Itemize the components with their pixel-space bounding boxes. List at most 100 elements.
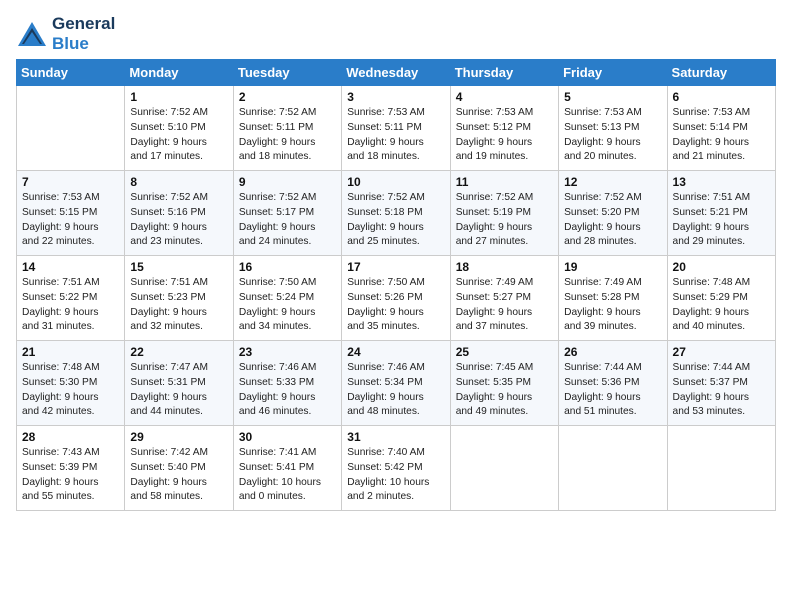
- day-number: 31: [347, 430, 444, 444]
- day-number: 20: [673, 260, 770, 274]
- calendar-cell: 4Sunrise: 7:53 AMSunset: 5:12 PMDaylight…: [450, 86, 558, 171]
- calendar-cell: 23 Sunrise: 7:46 AMSunset: 5:33 PMDayligh…: [233, 341, 341, 426]
- calendar-cell: 10 Sunrise: 7:52 AMSunset: 5:18 PMDayligh…: [342, 171, 450, 256]
- day-number: 12: [564, 175, 661, 189]
- calendar-cell: [450, 426, 558, 511]
- calendar-cell: 13 Sunrise: 7:51 AMSunset: 5:21 PMDayligh…: [667, 171, 775, 256]
- calendar-cell: 27 Sunrise: 7:44 AMSunset: 5:37 PMDayligh…: [667, 341, 775, 426]
- calendar-cell: 3 Sunrise: 7:53 AMSunset: 5:11 PMDaylight…: [342, 86, 450, 171]
- weekday-header-wednesday: Wednesday: [342, 60, 450, 86]
- calendar-cell: 20 Sunrise: 7:48 AMSunset: 5:29 PMDayligh…: [667, 256, 775, 341]
- weekday-header-friday: Friday: [559, 60, 667, 86]
- day-info: Sunrise: 7:40 AMSunset: 5:42 PMDaylight:…: [347, 446, 444, 505]
- calendar-cell: 14Sunrise: 7:51 AMSunset: 5:22 PMDayligh…: [17, 256, 125, 341]
- calendar-table: SundayMondayTuesdayWednesdayThursdayFrid…: [16, 59, 776, 511]
- day-info: Sunrise: 7:46 AMSunset: 5:33 PMDaylight:…: [239, 361, 336, 420]
- day-number: 21: [22, 345, 119, 359]
- calendar-cell: 28 Sunrise: 7:43 AMSunset: 5:39 PMDayligh…: [17, 426, 125, 511]
- calendar-cell: 31 Sunrise: 7:40 AMSunset: 5:42 PMDayligh…: [342, 426, 450, 511]
- day-number: 4: [456, 90, 553, 104]
- weekday-header-saturday: Saturday: [667, 60, 775, 86]
- day-info: Sunrise: 7:50 AMSunset: 5:24 PMDaylight:…: [239, 276, 336, 335]
- day-number: 27: [673, 345, 770, 359]
- day-info: Sunrise: 7:52 AMSunset: 5:10 PMDaylight:…: [130, 106, 227, 165]
- day-info: Sunrise: 7:42 AMSunset: 5:40 PMDaylight:…: [130, 446, 227, 505]
- day-info: Sunrise: 7:41 AMSunset: 5:41 PMDaylight:…: [239, 446, 336, 505]
- day-info: Sunrise: 7:52 AMSunset: 5:11 PMDaylight:…: [239, 106, 336, 165]
- calendar-cell: 12 Sunrise: 7:52 AMSunset: 5:20 PMDayligh…: [559, 171, 667, 256]
- header: General Blue: [16, 10, 776, 53]
- calendar-cell: [667, 426, 775, 511]
- day-info: Sunrise: 7:51 AMSunset: 5:23 PMDaylight:…: [130, 276, 227, 335]
- calendar-cell: 15 Sunrise: 7:51 AMSunset: 5:23 PMDayligh…: [125, 256, 233, 341]
- day-number: 28: [22, 430, 119, 444]
- day-info: Sunrise: 7:52 AMSunset: 5:20 PMDaylight:…: [564, 191, 661, 250]
- day-info: Sunrise: 7:47 AMSunset: 5:31 PMDaylight:…: [130, 361, 227, 420]
- day-info: Sunrise: 7:53 AMSunset: 5:11 PMDaylight:…: [347, 106, 444, 165]
- calendar-cell: 18Sunrise: 7:49 AMSunset: 5:27 PMDayligh…: [450, 256, 558, 341]
- day-info: Sunrise: 7:44 AMSunset: 5:36 PMDaylight:…: [564, 361, 661, 420]
- day-info: Sunrise: 7:51 AMSunset: 5:22 PMDaylight:…: [22, 276, 119, 335]
- day-info: Sunrise: 7:48 AMSunset: 5:29 PMDaylight:…: [673, 276, 770, 335]
- day-number: 17: [347, 260, 444, 274]
- day-info: Sunrise: 7:52 AMSunset: 5:19 PMDaylight:…: [456, 191, 553, 250]
- day-number: 16: [239, 260, 336, 274]
- day-info: Sunrise: 7:53 AMSunset: 5:13 PMDaylight:…: [564, 106, 661, 165]
- day-number: 15: [130, 260, 227, 274]
- day-info: Sunrise: 7:43 AMSunset: 5:39 PMDaylight:…: [22, 446, 119, 505]
- day-number: 24: [347, 345, 444, 359]
- day-number: 5: [564, 90, 661, 104]
- day-info: Sunrise: 7:52 AMSunset: 5:18 PMDaylight:…: [347, 191, 444, 250]
- day-number: 2: [239, 90, 336, 104]
- calendar-cell: 5 Sunrise: 7:53 AMSunset: 5:13 PMDaylight…: [559, 86, 667, 171]
- day-number: 26: [564, 345, 661, 359]
- calendar-cell: 29 Sunrise: 7:42 AMSunset: 5:40 PMDayligh…: [125, 426, 233, 511]
- weekday-header-monday: Monday: [125, 60, 233, 86]
- day-info: Sunrise: 7:52 AMSunset: 5:16 PMDaylight:…: [130, 191, 227, 250]
- day-number: 13: [673, 175, 770, 189]
- day-number: 9: [239, 175, 336, 189]
- logo-icon: [16, 20, 48, 48]
- day-info: Sunrise: 7:53 AMSunset: 5:14 PMDaylight:…: [673, 106, 770, 165]
- day-number: 23: [239, 345, 336, 359]
- weekday-header-thursday: Thursday: [450, 60, 558, 86]
- day-info: Sunrise: 7:44 AMSunset: 5:37 PMDaylight:…: [673, 361, 770, 420]
- calendar-cell: 22Sunrise: 7:47 AMSunset: 5:31 PMDayligh…: [125, 341, 233, 426]
- day-info: Sunrise: 7:51 AMSunset: 5:21 PMDaylight:…: [673, 191, 770, 250]
- day-number: 6: [673, 90, 770, 104]
- day-number: 11: [456, 175, 553, 189]
- day-number: 25: [456, 345, 553, 359]
- calendar-cell: 1 Sunrise: 7:52 AMSunset: 5:10 PMDaylight…: [125, 86, 233, 171]
- day-info: Sunrise: 7:52 AMSunset: 5:17 PMDaylight:…: [239, 191, 336, 250]
- calendar-cell: 19Sunrise: 7:49 AMSunset: 5:28 PMDayligh…: [559, 256, 667, 341]
- calendar-cell: 11 Sunrise: 7:52 AMSunset: 5:19 PMDayligh…: [450, 171, 558, 256]
- day-info: Sunrise: 7:48 AMSunset: 5:30 PMDaylight:…: [22, 361, 119, 420]
- day-number: 29: [130, 430, 227, 444]
- day-number: 8: [130, 175, 227, 189]
- weekday-header-tuesday: Tuesday: [233, 60, 341, 86]
- day-info: Sunrise: 7:46 AMSunset: 5:34 PMDaylight:…: [347, 361, 444, 420]
- day-number: 1: [130, 90, 227, 104]
- calendar-cell: 8 Sunrise: 7:52 AMSunset: 5:16 PMDaylight…: [125, 171, 233, 256]
- calendar-cell: 16 Sunrise: 7:50 AMSunset: 5:24 PMDayligh…: [233, 256, 341, 341]
- day-number: 10: [347, 175, 444, 189]
- weekday-header-sunday: Sunday: [17, 60, 125, 86]
- day-info: Sunrise: 7:49 AMSunset: 5:27 PMDaylight:…: [456, 276, 553, 335]
- calendar-cell: 9 Sunrise: 7:52 AMSunset: 5:17 PMDaylight…: [233, 171, 341, 256]
- calendar-cell: 30 Sunrise: 7:41 AMSunset: 5:41 PMDayligh…: [233, 426, 341, 511]
- page: General Blue SundayMondayTuesdayWednesda…: [0, 0, 792, 612]
- day-info: Sunrise: 7:53 AMSunset: 5:15 PMDaylight:…: [22, 191, 119, 250]
- calendar-cell: 26 Sunrise: 7:44 AMSunset: 5:36 PMDayligh…: [559, 341, 667, 426]
- calendar-cell: [17, 86, 125, 171]
- day-number: 30: [239, 430, 336, 444]
- calendar-cell: 6 Sunrise: 7:53 AMSunset: 5:14 PMDaylight…: [667, 86, 775, 171]
- calendar-cell: 24 Sunrise: 7:46 AMSunset: 5:34 PMDayligh…: [342, 341, 450, 426]
- day-info: Sunrise: 7:45 AMSunset: 5:35 PMDaylight:…: [456, 361, 553, 420]
- calendar-cell: 25 Sunrise: 7:45 AMSunset: 5:35 PMDayligh…: [450, 341, 558, 426]
- day-info: Sunrise: 7:49 AMSunset: 5:28 PMDaylight:…: [564, 276, 661, 335]
- calendar-cell: 2 Sunrise: 7:52 AMSunset: 5:11 PMDaylight…: [233, 86, 341, 171]
- day-number: 7: [22, 175, 119, 189]
- calendar-cell: 17 Sunrise: 7:50 AMSunset: 5:26 PMDayligh…: [342, 256, 450, 341]
- day-number: 3: [347, 90, 444, 104]
- day-info: Sunrise: 7:50 AMSunset: 5:26 PMDaylight:…: [347, 276, 444, 335]
